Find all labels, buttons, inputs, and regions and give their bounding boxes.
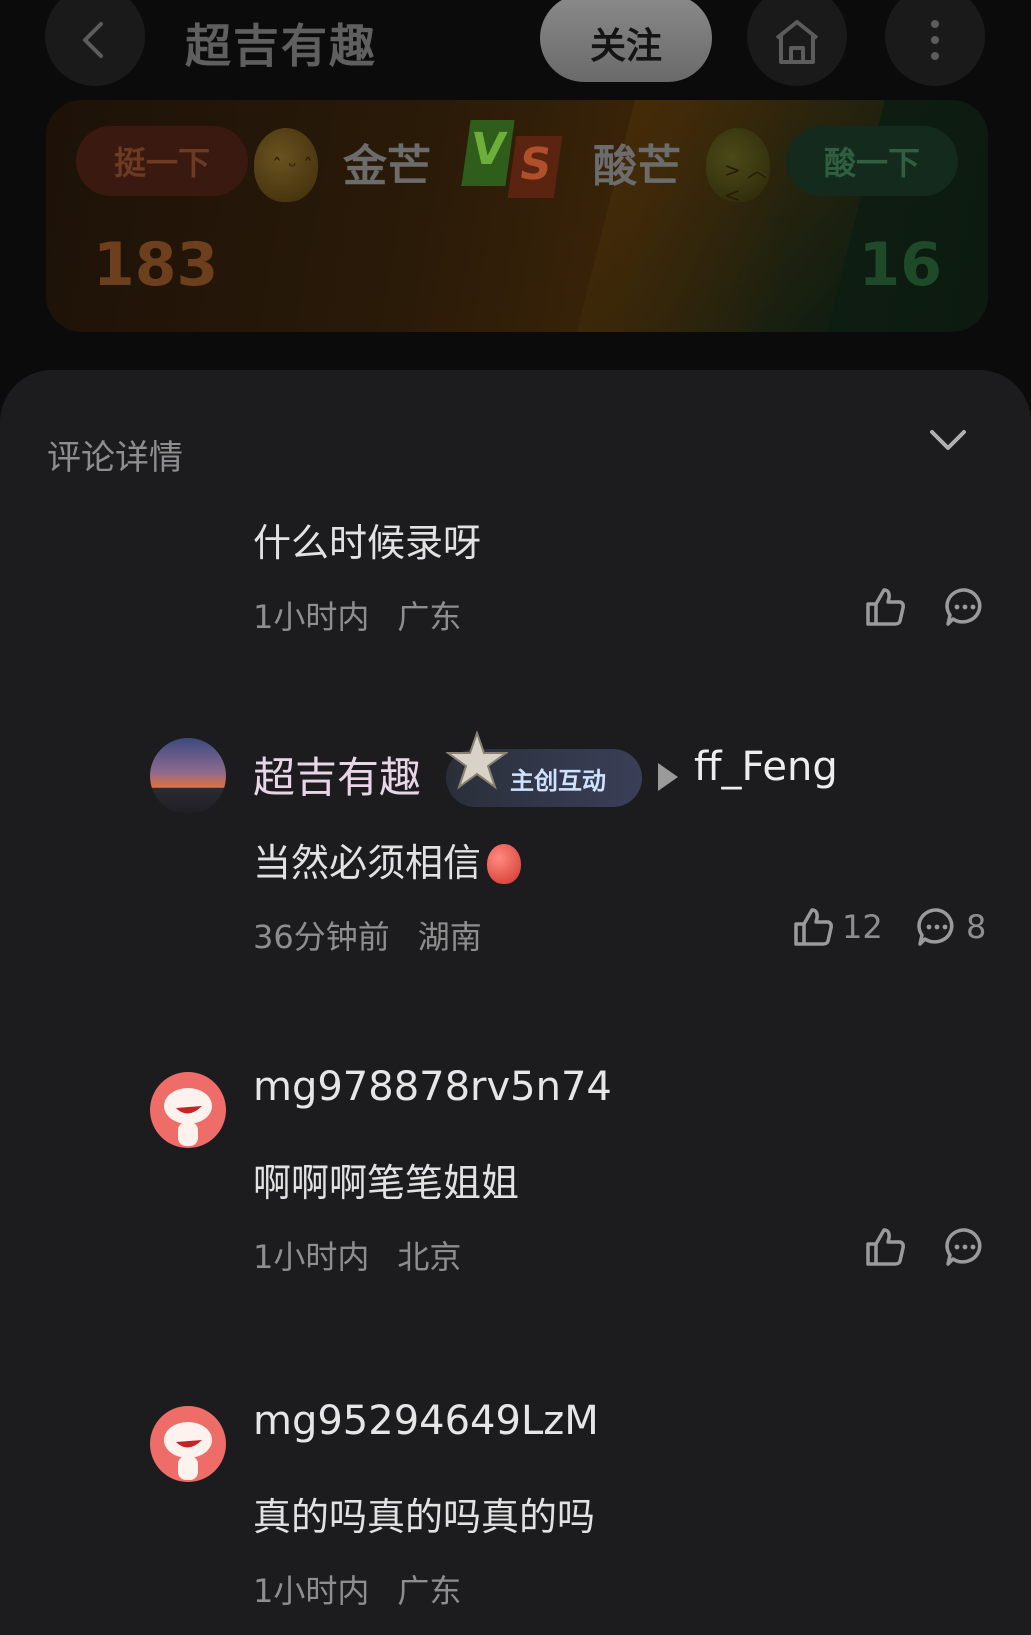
- comment-meta: 1小时内 广东: [253, 592, 461, 638]
- reply-button[interactable]: 8: [916, 906, 986, 948]
- back-button[interactable]: [45, 0, 145, 86]
- vote-left-button[interactable]: 挺一下: [76, 126, 248, 196]
- comment-sheet: 评论详情 什么时候录呀 1小时内 广东 超吉有趣 主创互动 ff_Feng 当然必…: [0, 370, 1031, 1635]
- right-side-name: 酸芒: [593, 141, 681, 192]
- like-button[interactable]: [864, 1226, 906, 1268]
- reply-button[interactable]: [944, 1226, 986, 1268]
- left-side-name: 金芒: [343, 141, 431, 192]
- thumbs-up-icon: [794, 908, 833, 946]
- creator-badge: 主创互动: [446, 731, 642, 807]
- comment-meta: 1小时内 广东: [253, 1566, 461, 1612]
- comment-location: 广东: [397, 598, 462, 636]
- balloon-emoji-icon: [487, 843, 522, 884]
- thumbs-up-icon: [866, 1228, 905, 1266]
- comment-location: 广东: [397, 1572, 462, 1610]
- comment-bubble-icon: [917, 908, 954, 946]
- reply-to-username[interactable]: ff_Feng: [694, 744, 838, 790]
- vs-poll-banner: 挺一下 ˆ ᵕ ˆ 金芒 V S 酸芒 > ︿ < 酸一下 183 16: [46, 100, 988, 332]
- golden-mango-icon: ˆ ᵕ ˆ: [254, 128, 318, 202]
- comment-time: 1小时内: [253, 1238, 370, 1276]
- left-vote-count: 183: [93, 230, 219, 300]
- back-arrow-icon: [83, 22, 103, 58]
- comment-meta: 36分钟前 湖南: [253, 912, 482, 958]
- top-bar: 超吉有趣 关注: [0, 0, 1031, 95]
- comment-time: 1小时内: [253, 1572, 370, 1610]
- comment-content: 当然必须相信: [253, 832, 522, 887]
- comment-meta: 1小时内 北京: [253, 1232, 461, 1278]
- comment-username[interactable]: 超吉有趣: [253, 744, 421, 805]
- reply-count: 8: [966, 908, 987, 946]
- like-button[interactable]: [864, 586, 906, 628]
- comment-content: 啊啊啊笔笔姐姐: [253, 1161, 520, 1205]
- page-title: 超吉有趣: [185, 19, 377, 73]
- like-count: 12: [842, 908, 883, 946]
- avatar[interactable]: [150, 738, 226, 814]
- home-button[interactable]: [747, 0, 847, 86]
- more-vertical-icon: [931, 20, 939, 60]
- sheet-title: 评论详情: [47, 438, 183, 478]
- avatar[interactable]: [150, 1406, 226, 1482]
- reply-button[interactable]: [944, 586, 986, 628]
- comment-content: 真的吗真的吗真的吗: [253, 1495, 596, 1539]
- sour-mango-icon: > ︿ <: [706, 128, 770, 207]
- chevron-down-icon[interactable]: [928, 420, 968, 460]
- comment-username[interactable]: mg95294649LzM: [253, 1398, 599, 1444]
- thumbs-up-icon: [866, 588, 905, 626]
- right-vote-count: 16: [858, 230, 943, 300]
- comment-bubble-icon: [945, 588, 982, 626]
- comment-location: 湖南: [417, 918, 482, 956]
- comment-bubble-icon: [945, 1228, 982, 1266]
- vote-right-button[interactable]: 酸一下: [786, 126, 958, 196]
- comment-content: 什么时候录呀: [253, 521, 482, 565]
- comment-time: 36分钟前: [253, 918, 390, 956]
- reply-arrow-icon: [658, 763, 678, 791]
- mascot-avatar-icon: [164, 1088, 212, 1146]
- mascot-avatar-icon: [164, 1422, 212, 1480]
- comment-time: 1小时内: [253, 598, 370, 636]
- home-icon: [775, 20, 819, 64]
- comment-username[interactable]: mg978878rv5n74: [253, 1064, 612, 1110]
- comment-location: 北京: [397, 1238, 462, 1276]
- star-icon: [446, 731, 508, 790]
- avatar[interactable]: [150, 1072, 226, 1148]
- badge-label: 主创互动: [510, 766, 606, 795]
- more-button[interactable]: [885, 0, 985, 86]
- vs-logo: V S: [461, 120, 563, 198]
- follow-button[interactable]: 关注: [540, 0, 712, 82]
- like-button[interactable]: 12: [792, 906, 883, 948]
